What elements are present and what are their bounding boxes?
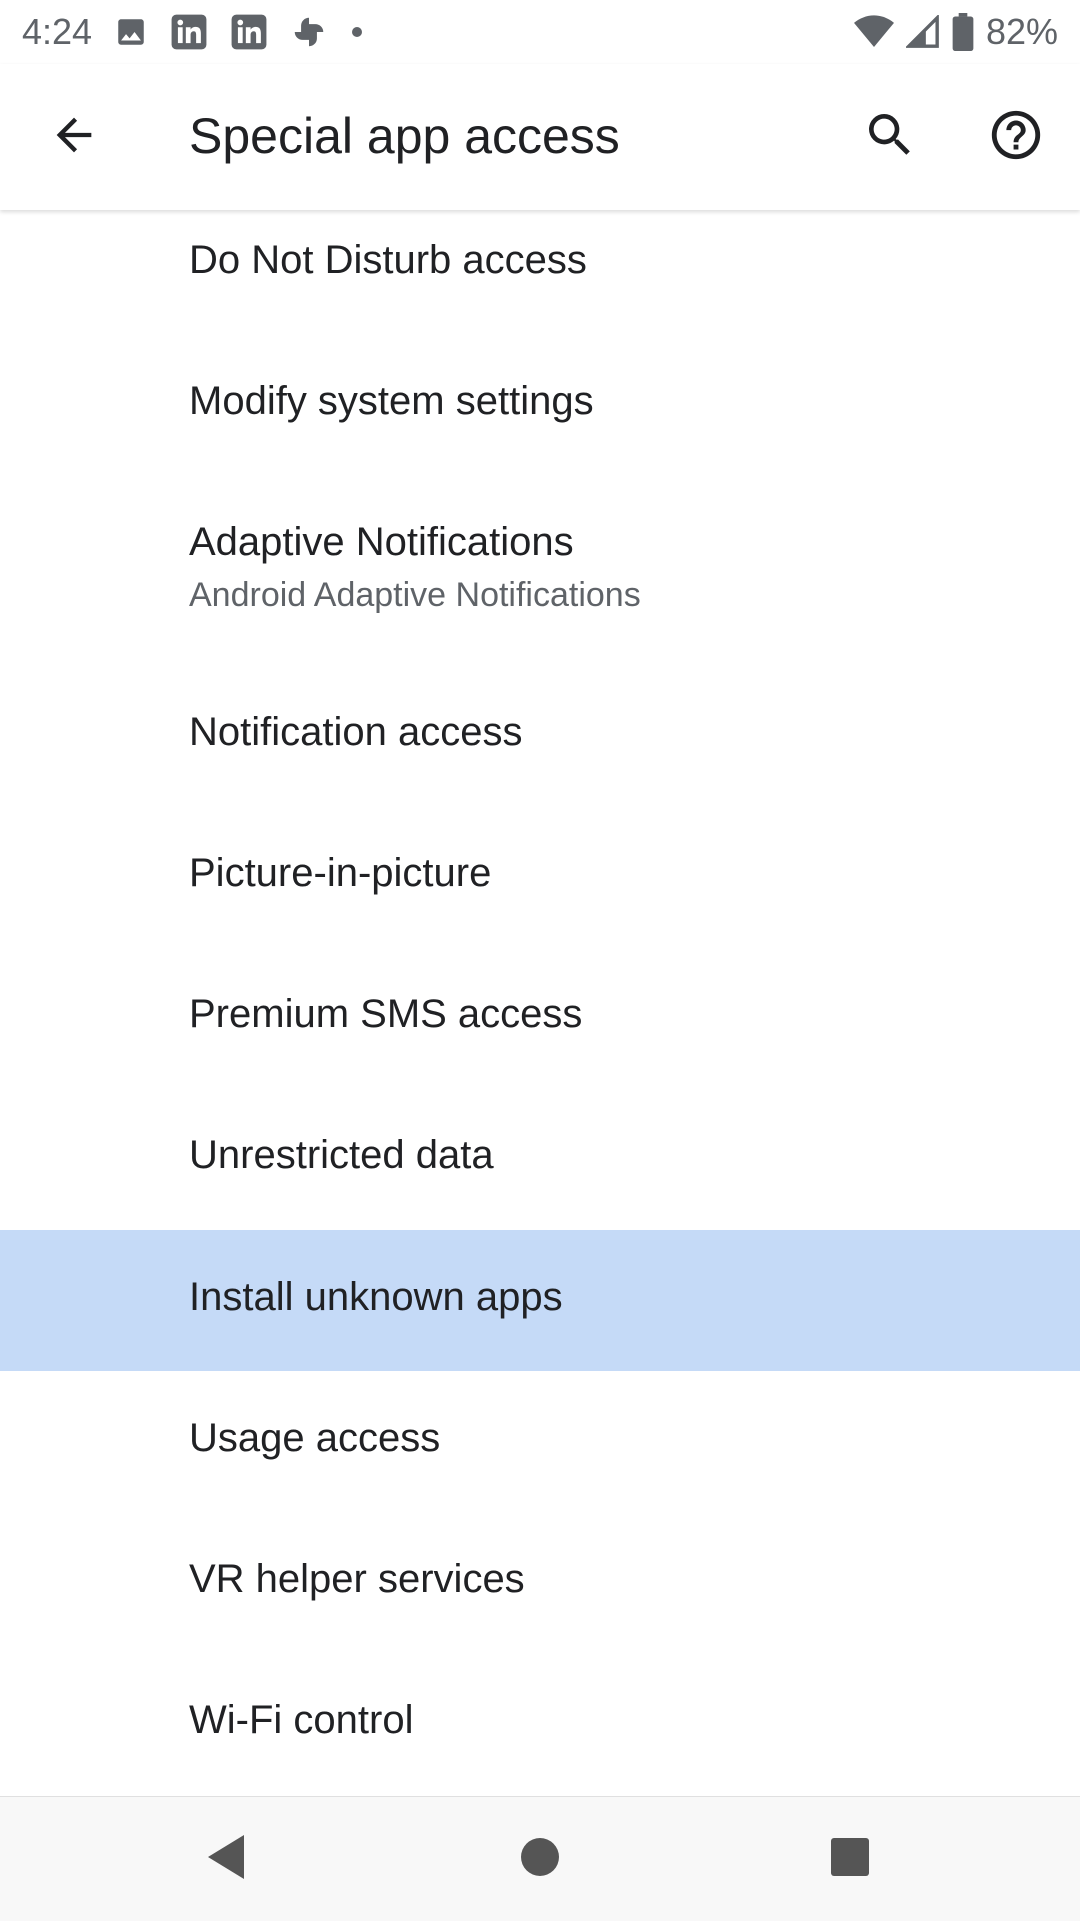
list-item-label: Wi-Fi control [189, 1698, 414, 1742]
list-item-label: Unrestricted data [189, 1133, 494, 1177]
list-item-subtitle: Android Adaptive Notifications [189, 576, 641, 614]
list-item-notification-access[interactable]: Notification access [0, 663, 1080, 804]
list-item-label: Install unknown apps [189, 1275, 563, 1319]
list-item-label: Usage access [189, 1416, 441, 1460]
list-item-adaptive-notifications[interactable]: Adaptive Notifications Android Adaptive … [0, 473, 1080, 663]
battery-icon [952, 13, 974, 51]
image-icon [114, 15, 148, 49]
status-left: 4:24 [0, 11, 364, 53]
linkedin-icon [230, 13, 268, 51]
help-button[interactable] [968, 89, 1064, 185]
status-right: 82% [853, 11, 1080, 53]
list-item-label: Do Not Disturb access [189, 238, 587, 282]
list-item-do-not-disturb-access[interactable]: Do Not Disturb access [0, 191, 1080, 332]
list-item-label: Adaptive Notifications [189, 520, 574, 564]
list-item-install-unknown-apps[interactable]: Install unknown apps [0, 1230, 1080, 1371]
list-item-vr-helper-services[interactable]: VR helper services [0, 1512, 1080, 1653]
linkedin-icon [170, 13, 208, 51]
back-button[interactable] [26, 89, 122, 185]
status-time: 4:24 [22, 11, 93, 52]
list-item-wifi-control[interactable]: Wi-Fi control [0, 1653, 1080, 1794]
nav-back-button[interactable] [178, 1817, 274, 1901]
search-icon [862, 107, 918, 168]
app-bar: Special app access [0, 64, 1080, 210]
pinwheel-icon [290, 13, 328, 51]
list-item-label: VR helper services [189, 1557, 525, 1601]
list-item-label: Notification access [189, 710, 523, 754]
list-item-label: Picture-in-picture [189, 851, 492, 895]
list-item-unrestricted-data[interactable]: Unrestricted data [0, 1086, 1080, 1227]
list-item-premium-sms-access[interactable]: Premium SMS access [0, 945, 1080, 1086]
list-item-picture-in-picture[interactable]: Picture-in-picture [0, 804, 1080, 945]
nav-back-icon [204, 1833, 248, 1886]
help-icon [987, 106, 1045, 169]
list-item-usage-access[interactable]: Usage access [0, 1371, 1080, 1512]
status-bar: 4:24 82% [0, 0, 1080, 64]
page-title: Special app access [189, 108, 620, 164]
list-item-label: Premium SMS access [189, 992, 583, 1036]
nav-recents-icon [829, 1836, 871, 1883]
wifi-icon [853, 14, 894, 50]
nav-home-button[interactable] [492, 1817, 588, 1901]
list-item-modify-system-settings[interactable]: Modify system settings [0, 332, 1080, 473]
navigation-bar [0, 1796, 1080, 1921]
nav-home-icon [519, 1836, 561, 1883]
search-button[interactable] [842, 89, 938, 185]
signal-icon [905, 15, 940, 49]
back-arrow-icon [48, 109, 100, 166]
dot-icon [350, 25, 364, 39]
battery-percent: 82% [985, 11, 1058, 52]
list-item-label: Modify system settings [189, 379, 594, 423]
nav-recents-button[interactable] [802, 1817, 898, 1901]
